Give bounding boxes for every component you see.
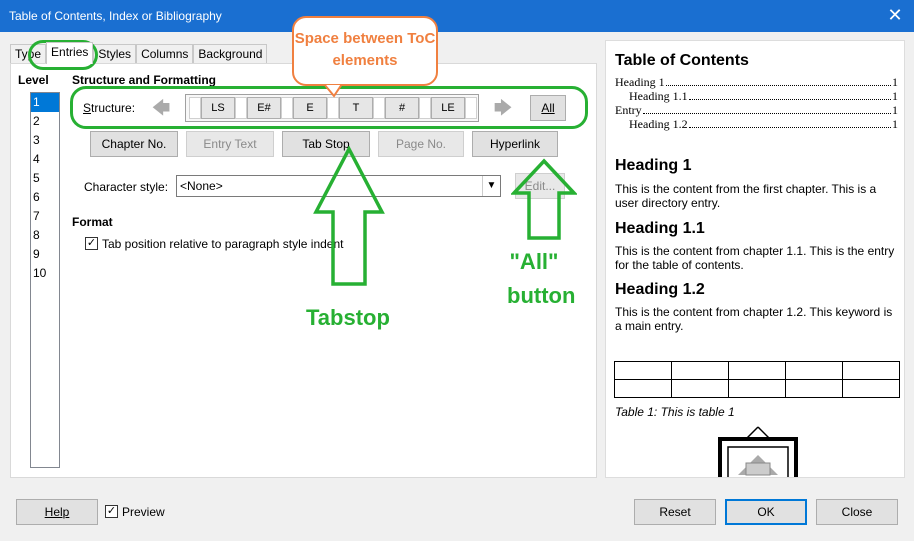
page-no-button[interactable]: Page No. bbox=[378, 131, 464, 157]
tab-position-checkbox[interactable]: ✓ bbox=[85, 237, 98, 250]
preview-table bbox=[614, 361, 900, 398]
chevron-down-icon[interactable]: ▼ bbox=[482, 176, 500, 196]
help-button[interactable]: Help bbox=[16, 499, 98, 525]
preview-toc-title: Table of Contents bbox=[615, 52, 749, 69]
level-item[interactable]: 8 bbox=[31, 226, 59, 245]
tab-bar: Type Entries Styles Columns Background bbox=[10, 42, 268, 64]
tab-position-label: Tab position relative to paragraph style… bbox=[102, 237, 344, 251]
chapter-no-button[interactable]: Chapter No. bbox=[90, 131, 178, 157]
level-item[interactable]: 10 bbox=[31, 264, 59, 283]
preview-pane: Table of Contents Heading 11 Heading 1.1… bbox=[605, 40, 905, 478]
level-item[interactable]: 9 bbox=[31, 245, 59, 264]
structure-heading: Structure and Formatting bbox=[72, 73, 217, 87]
tab-styles[interactable]: Styles bbox=[93, 44, 137, 64]
preview-body-1-2: This is the content from chapter 1.2. Th… bbox=[615, 305, 893, 333]
preview-label: Preview bbox=[122, 505, 165, 519]
level-item[interactable]: 2 bbox=[31, 112, 59, 131]
tabstop-arrow-icon bbox=[313, 146, 385, 286]
toc-line: Heading 1.2 1 bbox=[629, 117, 898, 131]
all-button-arrow-icon bbox=[511, 158, 577, 240]
level-heading: Level bbox=[18, 73, 49, 87]
preview-body-1-1: This is the content from chapter 1.1. Th… bbox=[615, 244, 895, 272]
preview-toc: Heading 11 Heading 1.1 1 Entry 1 Heading 1… bbox=[615, 75, 898, 131]
toc-line: Entry 1 bbox=[615, 103, 898, 117]
preview-heading-1-2: Heading 1.2 bbox=[615, 281, 705, 298]
toc-line: Heading 1.1 1 bbox=[629, 89, 898, 103]
title-bar: Table of Contents, Index or Bibliography bbox=[0, 0, 914, 32]
tab-columns[interactable]: Columns bbox=[136, 44, 194, 64]
callout-pointer-icon bbox=[324, 84, 344, 98]
annotation-all-label-line1: "All" bbox=[509, 249, 559, 274]
annotation-tabstop-label: Tabstop bbox=[306, 305, 390, 330]
format-heading: Format bbox=[72, 215, 113, 229]
tab-entries[interactable]: Entries bbox=[46, 42, 94, 64]
close-icon[interactable]: ✕ bbox=[886, 6, 904, 24]
window-title: Table of Contents, Index or Bibliography bbox=[9, 9, 222, 23]
annotation-all-label-line2: button bbox=[507, 283, 576, 308]
preview-checkbox[interactable]: ✓ bbox=[105, 505, 118, 518]
framed-picture-icon bbox=[718, 426, 798, 477]
level-item[interactable]: 5 bbox=[31, 169, 59, 188]
hyperlink-button[interactable]: Hyperlink bbox=[472, 131, 558, 157]
reset-button[interactable]: Reset bbox=[634, 499, 716, 525]
level-item[interactable]: 4 bbox=[31, 150, 59, 169]
character-style-label: Character style: bbox=[84, 180, 169, 194]
close-button[interactable]: Close bbox=[816, 499, 898, 525]
level-item[interactable]: 1 bbox=[31, 93, 59, 112]
toc-line: Heading 11 bbox=[615, 75, 898, 89]
level-item[interactable]: 7 bbox=[31, 207, 59, 226]
level-list[interactable]: 1 2 3 4 5 6 7 8 9 10 bbox=[30, 92, 60, 468]
annotation-spacing-note: Space between ToC elements bbox=[292, 16, 438, 86]
tab-background[interactable]: Background bbox=[193, 44, 268, 64]
level-item[interactable]: 3 bbox=[31, 131, 59, 150]
preview-table-caption: Table 1: This is table 1 bbox=[615, 405, 735, 419]
level-item[interactable]: 6 bbox=[31, 188, 59, 207]
character-style-value: <None> bbox=[180, 179, 223, 193]
preview-heading-1-1: Heading 1.1 bbox=[615, 220, 705, 237]
preview-heading-1: Heading 1 bbox=[615, 157, 692, 174]
ok-button[interactable]: OK bbox=[725, 499, 807, 525]
preview-body-1: This is the content from the first chapt… bbox=[615, 182, 877, 210]
entry-text-button[interactable]: Entry Text bbox=[186, 131, 274, 157]
